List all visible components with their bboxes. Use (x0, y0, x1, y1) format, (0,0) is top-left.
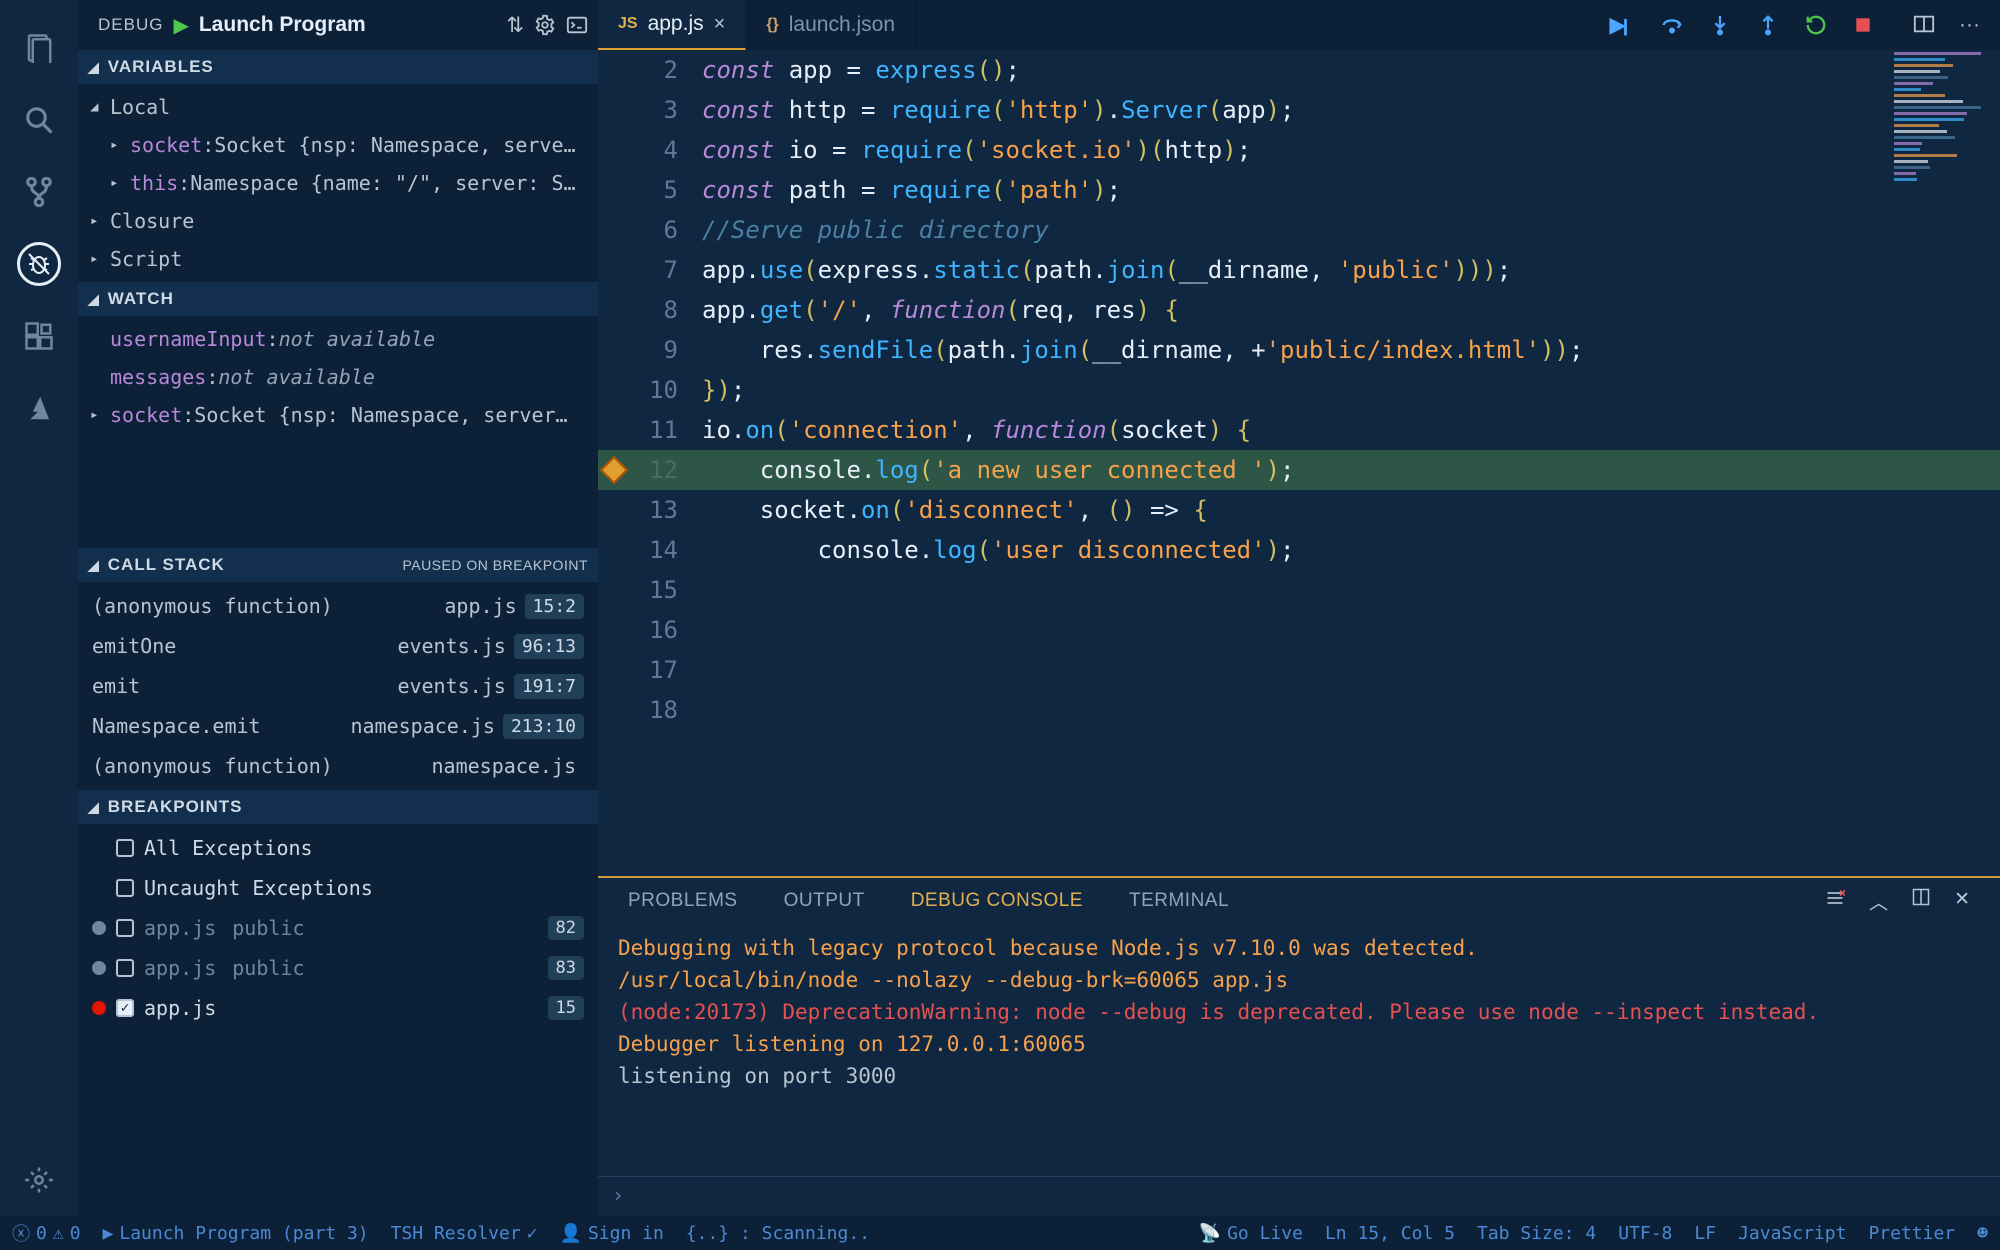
status-bar: ⓧ 0 ⚠ 0 ▶ Launch Program (part 3) TSH Re… (0, 1216, 2000, 1250)
checkbox-icon[interactable] (116, 919, 134, 937)
tab-terminal[interactable]: TERMINAL (1129, 890, 1229, 912)
editor: JSapp.js×{}launch.json ▶▎ ··· (598, 0, 2000, 1216)
debug-header: DEBUG ▶ Launch Program ⇅ (78, 0, 598, 50)
callstack-status: PAUSED ON BREAKPOINT (402, 557, 588, 573)
debug-console-input[interactable]: › (598, 1176, 2000, 1216)
status-scanning[interactable]: {..} : Scanning.. (686, 1223, 870, 1244)
variable-this[interactable]: ▸this: Namespace {name: "/", server: S… (78, 164, 598, 202)
watch-section: ◢WATCH usernameInput: not availablemessa… (78, 282, 598, 438)
file-type-icon: JS (618, 15, 638, 33)
step-into-icon[interactable] (1709, 14, 1731, 36)
variables-scope-closure[interactable]: ▸Closure (78, 202, 598, 240)
restart-icon[interactable] (1805, 14, 1827, 36)
extensions-icon[interactable] (15, 312, 63, 360)
file-type-icon: {} (766, 16, 778, 34)
status-signin[interactable]: 👤 Sign in (560, 1223, 664, 1244)
callstack-frame[interactable]: (anonymous function)namespace.js (78, 746, 598, 786)
status-prettier[interactable]: Prettier (1868, 1223, 1955, 1244)
status-resolver[interactable]: TSH Resolver ✓ (391, 1223, 538, 1244)
breakpoint-item[interactable]: app.jspublic82 (78, 908, 598, 948)
panel-collapse-icon[interactable]: ︿ (1869, 888, 1888, 915)
status-golive[interactable]: 📡 Go Live (1199, 1223, 1303, 1244)
gear-icon[interactable] (534, 14, 556, 36)
split-editor-icon[interactable] (1913, 13, 1935, 37)
stop-icon[interactable] (1853, 15, 1873, 35)
checkbox-icon[interactable] (116, 999, 134, 1017)
status-lang[interactable]: JavaScript (1738, 1223, 1846, 1244)
watch-header[interactable]: ◢WATCH (78, 282, 598, 316)
panel-maximize-icon[interactable] (1912, 888, 1930, 915)
callstack-frame[interactable]: Namespace.emitnamespace.js213:10 (78, 706, 598, 746)
variables-header[interactable]: ◢VARIABLES (78, 50, 598, 84)
debug-console-icon[interactable] (566, 14, 588, 36)
status-errors[interactable]: ⓧ 0 ⚠ 0 (12, 1220, 81, 1246)
settings-icon[interactable] (15, 1156, 63, 1204)
debug-title: DEBUG (98, 15, 163, 35)
breakpoint-dot-icon (92, 921, 106, 935)
callstack-frame[interactable]: emitOneevents.js96:13 (78, 626, 598, 666)
status-feedback-icon[interactable]: ☻ (1977, 1223, 1988, 1244)
watch-item[interactable]: messages: not available (78, 358, 598, 396)
panel-close-icon[interactable]: ✕ (1954, 888, 1970, 915)
debug-config-select[interactable]: Launch Program (199, 13, 497, 37)
callstack-header[interactable]: ◢CALL STACKPAUSED ON BREAKPOINT (78, 548, 598, 582)
status-lncol[interactable]: Ln 15, Col 5 (1325, 1223, 1455, 1244)
debug-sidebar: DEBUG ▶ Launch Program ⇅ ◢VARIABLES ◢Loc… (78, 0, 598, 1216)
breakpoint-dot-icon (92, 961, 106, 975)
panel: PROBLEMS OUTPUT DEBUG CONSOLE TERMINAL ︿… (598, 876, 2000, 1216)
clear-console-icon[interactable] (1825, 888, 1845, 915)
bp-all-exceptions[interactable]: All Exceptions (78, 828, 598, 868)
continue-icon[interactable]: ▶▎ (1609, 12, 1635, 38)
callstack-frame[interactable]: emitevents.js191:7 (78, 666, 598, 706)
activity-bar (0, 0, 78, 1216)
code-area[interactable]: 23456789101112131415161718 const app = e… (598, 50, 2000, 876)
watch-item[interactable]: usernameInput: not available (78, 320, 598, 358)
close-icon[interactable]: × (714, 13, 726, 36)
scm-icon[interactable] (15, 168, 63, 216)
breakpoints-header[interactable]: ◢BREAKPOINTS (78, 790, 598, 824)
debug-console-output[interactable]: Debugging with legacy protocol because N… (598, 924, 2000, 1176)
bp-uncaught-exceptions[interactable]: Uncaught Exceptions (78, 868, 598, 908)
breakpoint-item[interactable]: app.jspublic83 (78, 948, 598, 988)
editor-actions: ··· (1893, 13, 2000, 37)
config-chevrons-icon[interactable]: ⇅ (506, 13, 524, 38)
watch-item[interactable]: ▸socket: Socket {nsp: Namespace, server… (78, 396, 598, 434)
tab-debug-console[interactable]: DEBUG CONSOLE (911, 890, 1083, 912)
azure-icon[interactable] (15, 384, 63, 432)
variables-section: ◢VARIABLES ◢Local ▸socket: Socket {nsp: … (78, 50, 598, 282)
panel-tabs: PROBLEMS OUTPUT DEBUG CONSOLE TERMINAL ︿… (598, 878, 2000, 924)
status-encoding[interactable]: UTF-8 (1618, 1223, 1672, 1244)
explorer-icon[interactable] (15, 24, 63, 72)
tab-problems[interactable]: PROBLEMS (628, 890, 738, 912)
step-over-icon[interactable] (1661, 14, 1683, 36)
variables-scope-script[interactable]: ▸Script (78, 240, 598, 278)
checkbox-icon[interactable] (116, 959, 134, 977)
checkbox-icon[interactable] (116, 839, 134, 857)
step-out-icon[interactable] (1757, 14, 1779, 36)
status-launch[interactable]: ▶ Launch Program (part 3) (103, 1223, 369, 1244)
status-eol[interactable]: LF (1694, 1223, 1716, 1244)
editor-tab[interactable]: {}launch.json (746, 0, 916, 50)
search-icon[interactable] (15, 96, 63, 144)
debug-icon[interactable] (15, 240, 63, 288)
breakpoints-section: ◢BREAKPOINTS All Exceptions Uncaught Exc… (78, 790, 598, 1032)
debug-toolbar: ▶▎ (1589, 12, 1893, 38)
callstack-section: ◢CALL STACKPAUSED ON BREAKPOINT (anonymo… (78, 548, 598, 790)
variable-socket[interactable]: ▸socket: Socket {nsp: Namespace, serve… (78, 126, 598, 164)
editor-tab[interactable]: JSapp.js× (598, 0, 746, 50)
status-tabsize[interactable]: Tab Size: 4 (1477, 1223, 1596, 1244)
callstack-frame[interactable]: (anonymous function)app.js15:2 (78, 586, 598, 626)
variables-scope-local[interactable]: ◢Local (78, 88, 598, 126)
more-icon[interactable]: ··· (1959, 13, 1980, 37)
checkbox-icon[interactable] (116, 879, 134, 897)
tab-output[interactable]: OUTPUT (784, 890, 865, 912)
start-debug-icon[interactable]: ▶ (173, 13, 188, 38)
editor-tabs: JSapp.js×{}launch.json ▶▎ ··· (598, 0, 2000, 50)
breakpoint-dot-icon (92, 1001, 106, 1015)
breakpoint-item[interactable]: app.js15 (78, 988, 598, 1028)
